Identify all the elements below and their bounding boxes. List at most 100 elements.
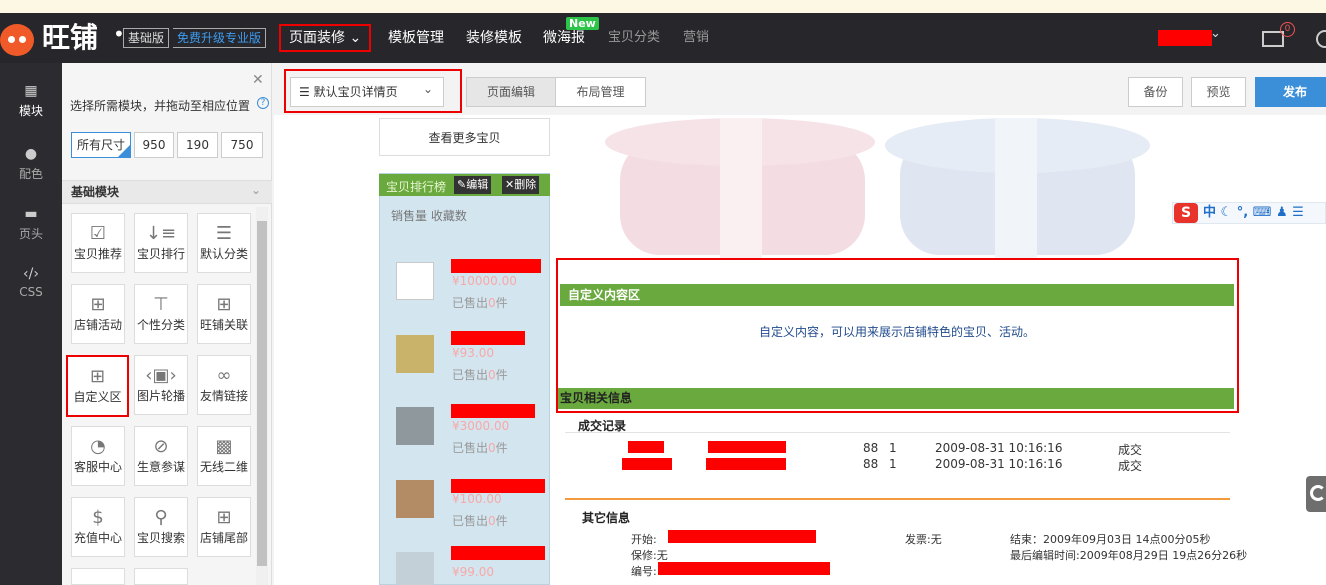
- product-image[interactable]: [396, 335, 434, 373]
- tile-more[interactable]: [134, 568, 188, 585]
- product-name-redacted[interactable]: [451, 479, 545, 493]
- publish-button[interactable]: 发布: [1255, 77, 1326, 107]
- coin-icon: $: [92, 507, 104, 528]
- custom-area-header: 自定义内容区: [560, 284, 1234, 306]
- code-redacted: [658, 562, 830, 575]
- close-icon[interactable]: ✕: [252, 72, 264, 88]
- username-redacted[interactable]: [1158, 30, 1212, 46]
- tile-business-advisor[interactable]: ⊘ 生意参谋: [134, 426, 188, 486]
- size-filter-all[interactable]: 所有尺寸: [71, 132, 131, 158]
- chevron-down-icon[interactable]: ⌄: [251, 183, 261, 197]
- ime-tool-icons: ☾ °, ⌨ ♟ ☰: [1220, 205, 1304, 220]
- tile-image-carousel[interactable]: ‹▣› 图片轮播: [134, 355, 188, 415]
- size-filter-750[interactable]: 750: [221, 132, 263, 158]
- sogou-logo-icon[interactable]: S: [1174, 203, 1198, 223]
- tile-item-recommend[interactable]: ☑ 宝贝推荐: [71, 213, 125, 273]
- nav-decoration-templates[interactable]: 装修模板: [466, 24, 522, 52]
- product-name-redacted[interactable]: [451, 404, 535, 418]
- deal-qty: 88: [863, 457, 879, 471]
- rail-item-colors[interactable]: ● 配色: [0, 146, 62, 182]
- item-info-header: 宝贝相关信息: [558, 388, 1234, 409]
- more-items-link[interactable]: 查看更多宝贝: [379, 118, 550, 156]
- rail-item-modules[interactable]: ▦ 模块: [0, 83, 62, 119]
- chevron-down-icon: ⌄: [349, 30, 362, 46]
- tree-icon: ⊤: [153, 294, 169, 315]
- chevron-down-icon[interactable]: ⌄: [1210, 26, 1221, 41]
- last-edit-time: 最后编辑时间:2009年08月29日 19点26分26秒: [1010, 549, 1248, 562]
- section-basic-modules[interactable]: 基础模块: [62, 180, 272, 204]
- warranty-info: 保修:无: [631, 549, 668, 562]
- mail-count-badge: 0: [1280, 22, 1295, 37]
- new-badge: New: [566, 17, 599, 30]
- left-rail: [0, 63, 62, 585]
- nav-item-category[interactable]: 宝贝分类: [608, 24, 660, 52]
- tile-default-category[interactable]: ☰ 默认分类: [197, 213, 251, 273]
- nav-page-decoration[interactable]: 页面装修 ⌄: [279, 24, 372, 52]
- product-price: ¥100.00: [452, 492, 502, 506]
- tile-custom-category[interactable]: ⊤ 个性分类: [134, 284, 188, 344]
- tile-item-ranking[interactable]: ↓≡ 宝贝排行: [134, 213, 188, 273]
- grid-icon: ⊞: [216, 294, 232, 315]
- item-title-redacted: [706, 458, 786, 470]
- invoice-info: 发票:无: [905, 533, 942, 546]
- size-filter-190[interactable]: 190: [177, 132, 218, 158]
- other-info-title: 其它信息: [582, 511, 631, 525]
- item-title-redacted: [708, 441, 786, 453]
- product-image[interactable]: [396, 552, 434, 585]
- divider: [565, 432, 1230, 433]
- nav-template-manage[interactable]: 模板管理: [388, 24, 444, 52]
- help-icon[interactable]: ?: [257, 97, 269, 109]
- tile-shop-activity[interactable]: ⊞ 店铺活动: [71, 284, 125, 344]
- product-image[interactable]: [396, 480, 434, 518]
- product-name-redacted[interactable]: [451, 259, 541, 273]
- size-filter-950[interactable]: 950: [134, 132, 174, 158]
- buyer-redacted: [628, 441, 664, 453]
- tile-item-search[interactable]: ⚲ 宝贝搜索: [134, 497, 188, 557]
- deal-qty: 88: [863, 441, 879, 455]
- tile-service-center[interactable]: ◔ 客服中心: [71, 426, 125, 486]
- clock-icon: ◔: [90, 436, 106, 457]
- product-name-redacted[interactable]: [451, 546, 545, 560]
- rail-item-css[interactable]: ‹/› CSS: [0, 266, 62, 299]
- upgrade-link[interactable]: 免费升级专业版: [173, 28, 267, 48]
- ranking-title: 宝贝排行榜: [386, 180, 447, 194]
- backup-button[interactable]: 备份: [1128, 77, 1183, 107]
- start-redacted: [668, 530, 816, 543]
- deal-count: 1: [889, 441, 897, 455]
- ranking-tabs[interactable]: 销售量 收藏数: [391, 207, 467, 224]
- logo-icon[interactable]: [0, 24, 34, 56]
- tile-shop-related[interactable]: ⊞ 旺铺关联: [197, 284, 251, 344]
- product-image[interactable]: [396, 407, 434, 445]
- tab-page-edit[interactable]: 页面编辑: [466, 77, 556, 107]
- start-label: 开始:: [631, 533, 657, 546]
- rail-item-header[interactable]: ▬ 页头: [0, 206, 62, 242]
- panel-scrollbar-thumb[interactable]: [257, 221, 267, 566]
- tile-friend-links[interactable]: ∞ 友情链接: [197, 355, 251, 415]
- edition-label: 基础版: [123, 28, 170, 48]
- edit-button[interactable]: ✎编辑: [454, 176, 492, 194]
- search-icon: ⚲: [154, 507, 168, 528]
- nav-marketing[interactable]: 营销: [683, 24, 709, 52]
- code-label: 编号:: [631, 565, 657, 578]
- product-sold: 已售出0件: [452, 296, 508, 310]
- top-notice-strip: [0, 0, 1326, 13]
- page-select[interactable]: ☰ 默认宝贝详情页: [290, 77, 444, 107]
- delete-button[interactable]: ✕删除: [502, 176, 540, 194]
- tile-wireless-qrcode[interactable]: ▩ 无线二维: [197, 426, 251, 486]
- grid-icon: ⊞: [89, 366, 106, 387]
- palette-icon: ●: [24, 146, 38, 162]
- tile-recharge-center[interactable]: $ 充值中心: [71, 497, 125, 557]
- preview-button[interactable]: 预览: [1191, 77, 1246, 107]
- product-price: ¥10000.00: [452, 274, 517, 288]
- tile-more[interactable]: [71, 568, 125, 585]
- qrcode-icon: ▩: [215, 436, 233, 457]
- deal-status: 成交: [1118, 443, 1143, 457]
- tile-custom-area[interactable]: ⊞ 自定义区: [66, 355, 129, 417]
- blue-gift-ribbon: [995, 118, 1037, 258]
- tile-shop-footer[interactable]: ⊞ 店铺尾部: [197, 497, 251, 557]
- tab-layout-manage[interactable]: 布局管理: [555, 77, 646, 107]
- custom-area-text: 自定义内容，可以用来展示店铺特色的宝贝、活动。: [758, 325, 1035, 339]
- chevron-down-icon[interactable]: ⌄: [423, 82, 433, 96]
- product-image-placeholder[interactable]: [396, 262, 434, 300]
- product-name-redacted[interactable]: [451, 331, 525, 345]
